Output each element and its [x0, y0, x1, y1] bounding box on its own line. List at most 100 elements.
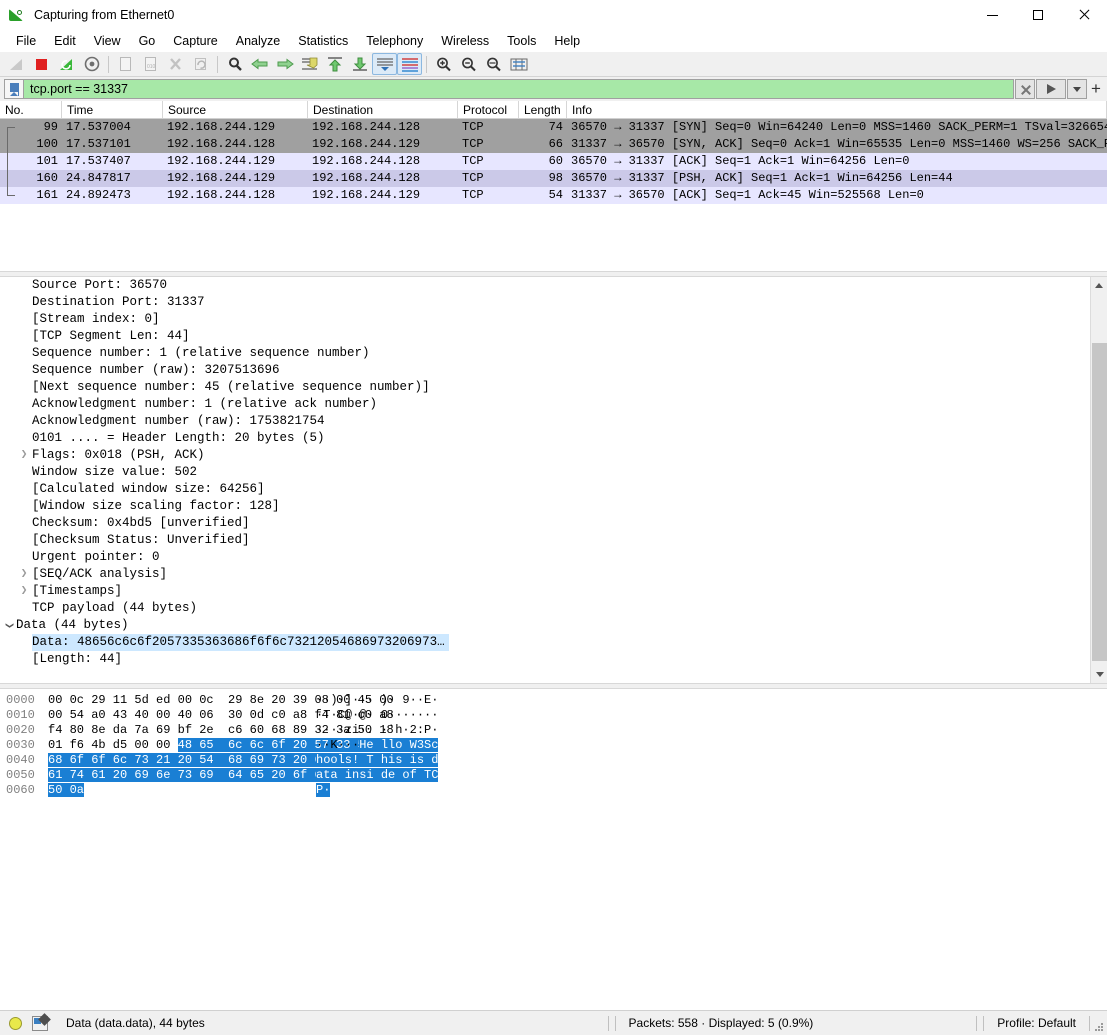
- details-scrollbar[interactable]: [1090, 277, 1107, 683]
- close-button[interactable]: [1061, 0, 1107, 30]
- table-row[interactable]: 9917.537004192.168.244.129192.168.244.12…: [0, 119, 1107, 136]
- detail-row[interactable]: ❯[Timestamps]: [0, 583, 1107, 600]
- detail-row[interactable]: Source Port: 36570: [0, 277, 1107, 294]
- scroll-up-chevron-icon[interactable]: [1091, 277, 1107, 294]
- menu-telephony[interactable]: Telephony: [357, 32, 432, 50]
- detail-row[interactable]: 0101 .... = Header Length: 20 bytes (5): [0, 430, 1107, 447]
- stop-capture-icon[interactable]: [29, 53, 54, 75]
- detail-row[interactable]: Window size value: 502: [0, 464, 1107, 481]
- hex-dump-row[interactable]: 001000 54 a0 43 40 00 40 06 30 0d c0 a8 …: [0, 708, 1107, 723]
- table-row[interactable]: 16124.892473192.168.244.128192.168.244.1…: [0, 187, 1107, 204]
- menu-statistics[interactable]: Statistics: [289, 32, 357, 50]
- hex-dump-row[interactable]: 000000 0c 29 11 5d ed 00 0c 29 8e 20 39 …: [0, 693, 1107, 708]
- add-filter-button-icon[interactable]: +: [1087, 79, 1105, 99]
- go-forward-icon[interactable]: [272, 53, 297, 75]
- detail-row[interactable]: [Window size scaling factor: 128]: [0, 498, 1107, 515]
- menu-help[interactable]: Help: [545, 32, 589, 50]
- zoom-out-icon[interactable]: [456, 53, 481, 75]
- go-to-last-icon[interactable]: [347, 53, 372, 75]
- packet-bytes-pane[interactable]: 000000 0c 29 11 5d ed 00 0c 29 8e 20 39 …: [0, 689, 1107, 989]
- expert-info-circle-icon[interactable]: [9, 1017, 22, 1030]
- detail-row[interactable]: Checksum: 0x4bd5 [unverified]: [0, 515, 1107, 532]
- table-row[interactable]: 16024.847817192.168.244.129192.168.244.1…: [0, 170, 1107, 187]
- hex-ascii: ··)·]··· )· 9··E·: [316, 693, 438, 708]
- minimize-button[interactable]: [969, 0, 1015, 30]
- detail-row[interactable]: Acknowledgment number: 1 (relative ack n…: [0, 396, 1107, 413]
- menu-file[interactable]: File: [7, 32, 45, 50]
- detail-row[interactable]: Urgent pointer: 0: [0, 549, 1107, 566]
- detail-row[interactable]: [Stream index: 0]: [0, 311, 1107, 328]
- column-header-time[interactable]: Time: [62, 101, 163, 118]
- hex-ascii: ····zi·. ·`h·2:P·: [316, 723, 438, 738]
- hex-bytes: 68 6f 6f 6c 73 21 20 54 68 69 73 20 69 7…: [48, 753, 294, 768]
- detail-row[interactable]: [Length: 44]: [0, 651, 1107, 668]
- column-header-destination[interactable]: Destination: [308, 101, 458, 118]
- status-profile[interactable]: Profile: Default: [987, 1016, 1086, 1030]
- detail-row[interactable]: [TCP Segment Len: 44]: [0, 328, 1107, 345]
- menu-edit[interactable]: Edit: [45, 32, 85, 50]
- menu-wireless[interactable]: Wireless: [432, 32, 498, 50]
- go-to-packet-icon[interactable]: [297, 53, 322, 75]
- capture-options-icon[interactable]: [79, 53, 104, 75]
- detail-row[interactable]: Sequence number: 1 (relative sequence nu…: [0, 345, 1107, 362]
- go-to-first-icon[interactable]: [322, 53, 347, 75]
- column-header-no[interactable]: No.: [0, 101, 62, 118]
- clear-filter-icon[interactable]: [1015, 79, 1035, 99]
- hex-dump-row[interactable]: 005061 74 61 20 69 6e 73 69 64 65 20 6f …: [0, 768, 1107, 783]
- resize-columns-icon[interactable]: [506, 53, 531, 75]
- detail-row[interactable]: Destination Port: 31337: [0, 294, 1107, 311]
- detail-row[interactable]: TCP payload (44 bytes): [0, 600, 1107, 617]
- packet-details-pane[interactable]: Source Port: 36570Destination Port: 3133…: [0, 277, 1107, 683]
- detail-row[interactable]: ❯Flags: 0x018 (PSH, ACK): [0, 447, 1107, 464]
- chevron-right-icon[interactable]: ❯: [16, 447, 32, 464]
- packet-list-pane[interactable]: No. Time Source Destination Protocol Len…: [0, 101, 1107, 271]
- chevron-right-icon[interactable]: ❯: [16, 566, 32, 583]
- detail-row-label: Source Port: 36570: [32, 277, 167, 294]
- detail-row[interactable]: [Calculated window size: 64256]: [0, 481, 1107, 498]
- zoom-reset-icon[interactable]: [481, 53, 506, 75]
- column-header-source[interactable]: Source: [163, 101, 308, 118]
- hex-ascii: ·T·C@·@· 0·······: [316, 708, 438, 723]
- scroll-down-chevron-icon[interactable]: [1091, 666, 1107, 683]
- detail-row[interactable]: [Next sequence number: 45 (relative sequ…: [0, 379, 1107, 396]
- detail-row[interactable]: [Checksum Status: Unverified]: [0, 532, 1107, 549]
- detail-row[interactable]: ❯Data (44 bytes): [0, 617, 1107, 634]
- apply-filter-icon[interactable]: [1036, 79, 1066, 99]
- auto-scroll-icon[interactable]: [372, 53, 397, 75]
- display-filter-input[interactable]: tcp.port == 31337: [24, 79, 1014, 99]
- detail-row[interactable]: Sequence number (raw): 3207513696: [0, 362, 1107, 379]
- menu-go[interactable]: Go: [130, 32, 165, 50]
- column-header-length[interactable]: Length: [519, 101, 567, 118]
- zoom-in-icon[interactable]: [431, 53, 456, 75]
- chevron-down-icon[interactable]: ❯: [0, 618, 17, 634]
- chevron-right-icon[interactable]: ❯: [16, 583, 32, 600]
- hex-dump-row[interactable]: 0020f4 80 8e da 7a 69 bf 2e c6 60 68 89 …: [0, 723, 1107, 738]
- cell-length: 98: [519, 170, 567, 187]
- detail-row[interactable]: Acknowledgment number (raw): 1753821754: [0, 413, 1107, 430]
- menu-view[interactable]: View: [85, 32, 130, 50]
- start-capture-icon[interactable]: [4, 53, 29, 75]
- menu-capture[interactable]: Capture: [164, 32, 226, 50]
- bookmark-icon[interactable]: [4, 79, 24, 99]
- table-row[interactable]: 10017.537101192.168.244.128192.168.244.1…: [0, 136, 1107, 153]
- maximize-button[interactable]: [1015, 0, 1061, 30]
- column-header-protocol[interactable]: Protocol: [458, 101, 519, 118]
- detail-row[interactable]: ❯[SEQ/ACK analysis]: [0, 566, 1107, 583]
- hex-dump-row[interactable]: 004068 6f 6f 6c 73 21 20 54 68 69 73 20 …: [0, 753, 1107, 768]
- menu-tools[interactable]: Tools: [498, 32, 545, 50]
- resize-grip-icon[interactable]: [1094, 1022, 1104, 1032]
- column-header-info[interactable]: Info: [567, 101, 1107, 118]
- table-row[interactable]: 10117.537407192.168.244.129192.168.244.1…: [0, 153, 1107, 170]
- find-packet-icon[interactable]: [222, 53, 247, 75]
- detail-row[interactable]: Data: 48656c6c6f2057335363686f6f6c732120…: [0, 634, 1107, 651]
- filter-history-chevron-icon[interactable]: [1067, 79, 1087, 99]
- hex-dump-row[interactable]: 003001 f6 4b d5 00 00 48 65 6c 6c 6f 20 …: [0, 738, 1107, 753]
- hex-dump-row[interactable]: 006050 0aP·: [0, 783, 1107, 798]
- go-back-icon[interactable]: [247, 53, 272, 75]
- capture-comment-icon[interactable]: [32, 1016, 48, 1031]
- cell-source: 192.168.244.128: [163, 187, 308, 204]
- details-scrollbar-thumb[interactable]: [1092, 343, 1107, 661]
- menu-analyze[interactable]: Analyze: [227, 32, 289, 50]
- colorize-packets-icon[interactable]: [397, 53, 422, 75]
- restart-capture-icon[interactable]: [54, 53, 79, 75]
